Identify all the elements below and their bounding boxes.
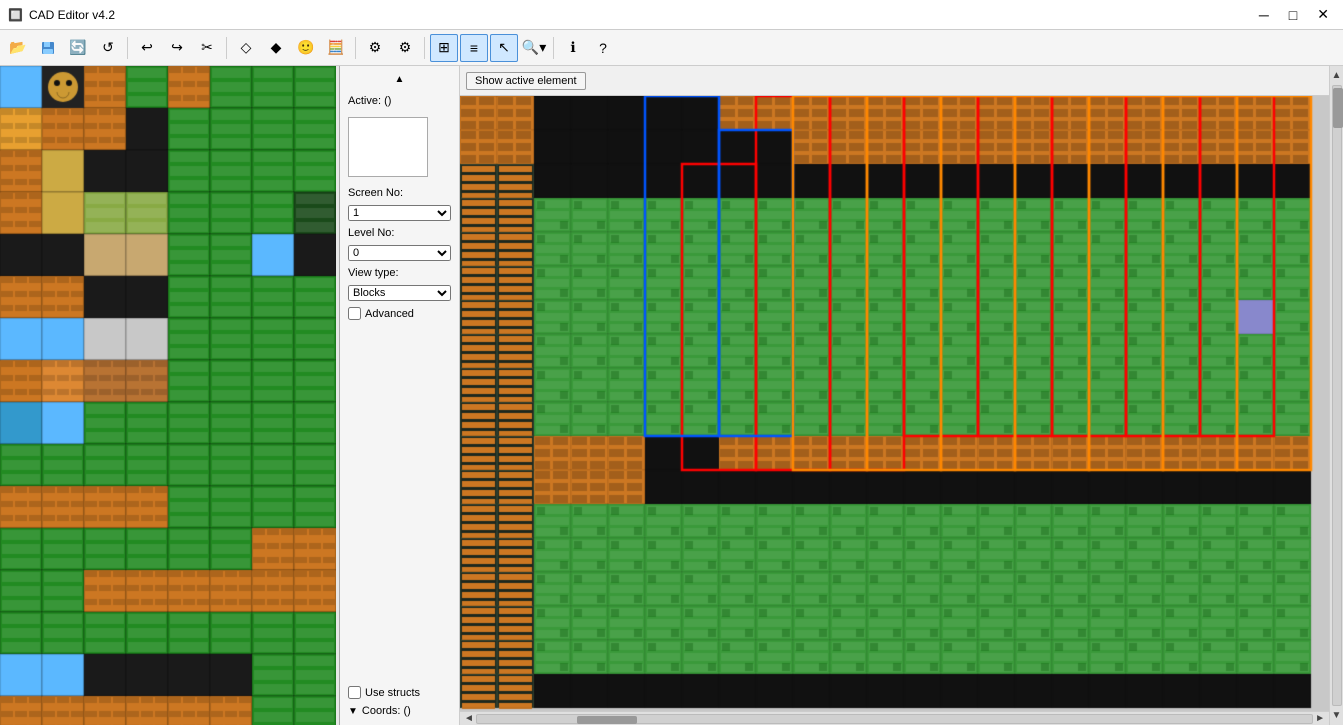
level-no-select[interactable]: 0 1 2: [348, 245, 451, 261]
editor-right: Show active element ◄ ►: [460, 66, 1329, 725]
list-button[interactable]: ≡: [460, 34, 488, 62]
smiley-button[interactable]: 🙂: [292, 34, 320, 62]
undo-button[interactable]: ↩: [133, 34, 161, 62]
screen-no-select[interactable]: 1 2 3: [348, 205, 451, 221]
close-button[interactable]: ✕: [1311, 4, 1335, 25]
sidepanel: ▲ Active: () Screen No: 1 2 3 Level No: …: [340, 66, 460, 725]
open-button[interactable]: 📂: [4, 34, 32, 62]
zoom-button[interactable]: 🔍▾: [520, 34, 548, 62]
toolbar: 📂 🔄 ↺ ↩ ↪ ✂ ◇ ◆ 🙂 🧮 ⚙ ⚙ ⊞ ≡ ↖ 🔍▾ ℹ ?: [0, 30, 1343, 66]
gear2-button[interactable]: ⚙: [391, 34, 419, 62]
h-scroll-right-arrow[interactable]: ►: [1313, 711, 1327, 725]
palette-scroll[interactable]: [0, 66, 339, 725]
advanced-row: Advanced: [348, 307, 451, 320]
save-button[interactable]: [34, 34, 62, 62]
editor-toolbar: Show active element: [460, 66, 1329, 96]
titlebar-controls: ─ □ ✕: [1253, 4, 1335, 25]
active-label: Active: (): [348, 95, 451, 107]
scroll-up-arrow[interactable]: ▲: [395, 74, 405, 85]
palette-canvas[interactable]: [0, 66, 336, 725]
level-no-label: Level No:: [348, 227, 451, 239]
sep1: [127, 37, 128, 59]
main: ▲ Active: () Screen No: 1 2 3 Level No: …: [0, 66, 1343, 725]
h-scrollbar[interactable]: ◄ ►: [460, 711, 1329, 725]
titlebar: 🔲 CAD Editor v4.2 ─ □ ✕: [0, 0, 1343, 30]
coords-label: Coords: (): [362, 705, 411, 717]
v-scroll-up-arrow[interactable]: ▲: [1330, 68, 1343, 83]
cursor-button[interactable]: ↖: [490, 34, 518, 62]
scroll-down-arrow[interactable]: ▼: [348, 706, 358, 717]
refresh-button[interactable]: 🔄: [64, 34, 92, 62]
app-title: CAD Editor v4.2: [29, 8, 115, 22]
screen-no-label: Screen No:: [348, 187, 451, 199]
use-structs-checkbox[interactable]: [348, 686, 361, 699]
editor-area: Show active element ◄ ► ▲: [460, 66, 1343, 725]
diamond-button[interactable]: ◇: [232, 34, 260, 62]
h-scroll-thumb[interactable]: [577, 716, 637, 724]
show-active-button[interactable]: Show active element: [466, 72, 586, 90]
maximize-button[interactable]: □: [1283, 5, 1303, 25]
minimize-button[interactable]: ─: [1253, 5, 1275, 25]
level-canvas[interactable]: [460, 96, 1329, 711]
gear-button[interactable]: ⚙: [361, 34, 389, 62]
v-scroll-down-arrow[interactable]: ▼: [1330, 708, 1343, 723]
cut-button[interactable]: ✂: [193, 34, 221, 62]
app-icon: 🔲: [8, 8, 23, 22]
sep4: [424, 37, 425, 59]
v-scroll-track[interactable]: [1332, 85, 1342, 706]
advanced-checkbox[interactable]: [348, 307, 361, 320]
diamond2-button[interactable]: ◆: [262, 34, 290, 62]
help-button[interactable]: ?: [589, 34, 617, 62]
titlebar-left: 🔲 CAD Editor v4.2: [8, 8, 115, 22]
sep2: [226, 37, 227, 59]
refresh2-button[interactable]: ↺: [94, 34, 122, 62]
sep3: [355, 37, 356, 59]
calc-button[interactable]: 🧮: [322, 34, 350, 62]
redo-button[interactable]: ↪: [163, 34, 191, 62]
canvas-area[interactable]: [460, 96, 1329, 711]
v-scroll-thumb[interactable]: [1333, 88, 1343, 128]
advanced-label: Advanced: [365, 308, 414, 320]
v-scrollbar[interactable]: ▲ ▼: [1329, 66, 1343, 725]
use-structs-row: Use structs: [348, 686, 451, 699]
view-type-select[interactable]: Blocks Sprites All: [348, 285, 451, 301]
h-scroll-track[interactable]: [476, 714, 1313, 724]
active-preview: [348, 117, 428, 177]
sep5: [553, 37, 554, 59]
h-scroll-left-arrow[interactable]: ◄: [462, 711, 476, 725]
tile-palette[interactable]: [0, 66, 340, 725]
info-button[interactable]: ℹ: [559, 34, 587, 62]
grid-button[interactable]: ⊞: [430, 34, 458, 62]
view-type-label: View type:: [348, 267, 451, 279]
use-structs-label: Use structs: [365, 687, 420, 699]
